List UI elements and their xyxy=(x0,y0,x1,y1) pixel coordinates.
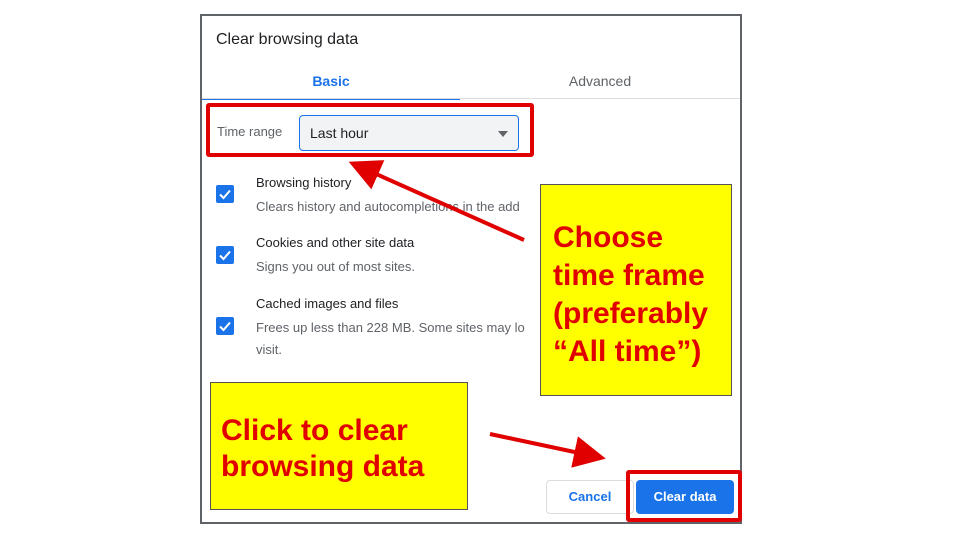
option-description-line: visit. xyxy=(256,342,282,357)
tab-advanced-label: Advanced xyxy=(568,73,632,89)
tab-divider xyxy=(202,98,740,99)
clear-data-highlight xyxy=(626,470,742,522)
browsing-history-checkbox[interactable] xyxy=(216,185,234,203)
option-description: Signs you out of most sites. xyxy=(256,256,415,278)
cookies-checkbox[interactable] xyxy=(216,246,234,264)
callout-line: “All time”) xyxy=(553,335,702,368)
callout-click-to-clear: Click to clear browsing data xyxy=(210,382,468,510)
option-title: Cached images and files xyxy=(256,296,399,311)
option-title: Browsing history xyxy=(256,175,352,190)
check-icon xyxy=(219,189,231,200)
tab-basic-label: Basic xyxy=(312,73,350,89)
option-description-line: Signs you out of most sites. xyxy=(256,259,415,274)
callout-line: browsing data xyxy=(221,450,425,483)
callout-line: (preferably xyxy=(553,297,709,330)
cached-images-checkbox[interactable] xyxy=(216,317,234,335)
check-icon xyxy=(219,321,231,332)
option-description-line: Frees up less than 228 MB. Some sites ma… xyxy=(256,320,525,335)
cancel-button[interactable]: Cancel xyxy=(546,480,634,514)
time-range-highlight xyxy=(206,103,534,157)
callout-line: Choose xyxy=(553,221,664,254)
option-description: Frees up less than 228 MB. Some sites ma… xyxy=(256,317,525,361)
option-description-line: Clears history and autocompletions in th… xyxy=(256,199,520,214)
callout-line: time frame xyxy=(553,259,705,292)
dialog-title: Clear browsing data xyxy=(216,31,359,48)
callout-line: Click to clear xyxy=(221,414,408,447)
option-description: Clears history and autocompletions in th… xyxy=(256,196,520,218)
check-icon xyxy=(219,250,231,261)
option-title: Cookies and other site data xyxy=(256,235,415,250)
callout-choose-time-frame: Choose time frame (preferably “All time”… xyxy=(540,184,732,396)
